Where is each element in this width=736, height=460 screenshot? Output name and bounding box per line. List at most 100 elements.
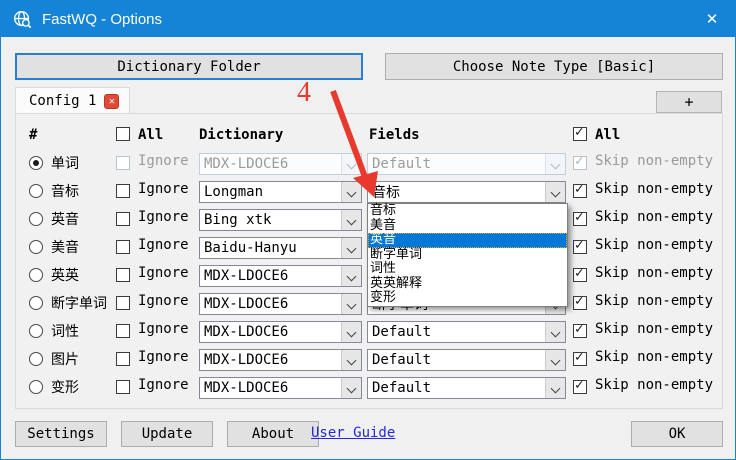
config-row: 词性 Ignore MDX-LDOCE6 Default Skip non-em… bbox=[1, 318, 736, 346]
chevron-down-icon bbox=[545, 378, 565, 398]
dropdown-option[interactable]: 词性 bbox=[368, 262, 567, 277]
ignore-checkbox[interactable] bbox=[116, 296, 130, 310]
window-title: FastWQ - Options bbox=[42, 11, 689, 28]
fields-dropdown-popup: 音标 美音 英音 断字单词 词性 英英解释 变形 bbox=[367, 203, 568, 307]
skip-checkbox[interactable] bbox=[573, 184, 587, 198]
ignore-checkbox[interactable] bbox=[116, 184, 130, 198]
skip-label: Skip non-empty bbox=[595, 265, 713, 281]
skip-label: Skip non-empty bbox=[595, 349, 713, 365]
skip-checkbox[interactable] bbox=[573, 212, 587, 226]
skip-checkbox[interactable] bbox=[573, 380, 587, 394]
window-close-button[interactable]: ✕ bbox=[689, 1, 735, 37]
tab-config-1[interactable]: Config 1 ✕ bbox=[15, 87, 130, 114]
column-header-number: # bbox=[29, 127, 37, 143]
row-label: 断字单词 bbox=[51, 293, 107, 313]
chevron-down-icon bbox=[341, 294, 361, 314]
skip-checkbox bbox=[573, 156, 587, 170]
ignore-checkbox[interactable] bbox=[116, 240, 130, 254]
annotation-step-number: 4 bbox=[297, 77, 311, 109]
dictionary-select[interactable]: Bing xtk bbox=[199, 209, 362, 231]
dropdown-option[interactable]: 美音 bbox=[368, 219, 567, 234]
all-ignore-checkbox[interactable] bbox=[116, 127, 130, 141]
ignore-checkbox[interactable] bbox=[116, 268, 130, 282]
column-header-all-left: All bbox=[138, 127, 163, 143]
chevron-down-icon bbox=[341, 154, 361, 174]
dictionary-select[interactable]: MDX-LDOCE6 bbox=[199, 321, 362, 343]
ignore-label: Ignore bbox=[138, 153, 189, 169]
phonetic-radio[interactable] bbox=[29, 184, 43, 198]
config-row: 变形 Ignore MDX-LDOCE6 Default Skip non-em… bbox=[1, 374, 736, 402]
skip-checkbox[interactable] bbox=[573, 240, 587, 254]
app-globe-search-icon bbox=[12, 9, 33, 30]
dictionary-select[interactable]: MDX-LDOCE6 bbox=[199, 293, 362, 315]
tab-close-icon[interactable]: ✕ bbox=[104, 94, 119, 109]
inflection-radio[interactable] bbox=[29, 380, 43, 394]
chevron-down-icon bbox=[341, 238, 361, 258]
chevron-down-icon bbox=[341, 378, 361, 398]
row-label: 美音 bbox=[51, 237, 79, 257]
skip-label: Skip non-empty bbox=[595, 293, 713, 309]
chevron-down-icon bbox=[545, 182, 565, 202]
skip-checkbox[interactable] bbox=[573, 296, 587, 310]
ignore-label: Ignore bbox=[138, 265, 189, 281]
ignore-label: Ignore bbox=[138, 321, 189, 337]
fields-select[interactable]: Default bbox=[367, 321, 566, 343]
chevron-down-icon bbox=[545, 322, 565, 342]
dropdown-option[interactable]: 变形 bbox=[368, 291, 567, 306]
ok-button[interactable]: OK bbox=[631, 421, 723, 447]
chevron-down-icon bbox=[545, 350, 565, 370]
dropdown-option[interactable]: 英英解释 bbox=[368, 277, 567, 292]
about-button[interactable]: About bbox=[227, 421, 319, 447]
ignore-checkbox[interactable] bbox=[116, 324, 130, 338]
row-label: 英音 bbox=[51, 209, 79, 229]
fields-select[interactable]: Default bbox=[367, 377, 566, 399]
choose-note-type-button[interactable]: Choose Note Type [Basic] bbox=[385, 53, 723, 80]
dropdown-option-selected[interactable]: 英音 bbox=[368, 233, 567, 248]
dictionary-select[interactable]: Longman bbox=[199, 181, 362, 203]
row-label: 图片 bbox=[51, 349, 79, 369]
fields-select[interactable]: Default bbox=[367, 349, 566, 371]
user-guide-link[interactable]: User Guide bbox=[311, 425, 395, 441]
dictionary-select[interactable]: MDX-LDOCE6 bbox=[199, 349, 362, 371]
row-label: 单词 bbox=[51, 153, 79, 173]
ignore-label: Ignore bbox=[138, 237, 189, 253]
settings-button[interactable]: Settings bbox=[15, 421, 107, 447]
row-label: 音标 bbox=[51, 181, 79, 201]
update-button[interactable]: Update bbox=[121, 421, 213, 447]
dictionary-select[interactable]: MDX-LDOCE6 bbox=[199, 377, 362, 399]
en-def-radio[interactable] bbox=[29, 268, 43, 282]
image-radio[interactable] bbox=[29, 352, 43, 366]
dropdown-option[interactable]: 断字单词 bbox=[368, 248, 567, 263]
chevron-down-icon bbox=[341, 182, 361, 202]
skip-checkbox[interactable] bbox=[573, 268, 587, 282]
fields-select-open[interactable]: 音标 bbox=[367, 181, 566, 203]
all-skip-checkbox[interactable] bbox=[573, 127, 587, 141]
chevron-down-icon bbox=[341, 266, 361, 286]
hyphenation-radio[interactable] bbox=[29, 296, 43, 310]
skip-label: Skip non-empty bbox=[595, 237, 713, 253]
dictionary-select[interactable]: Baidu-Hanyu bbox=[199, 237, 362, 259]
uk-sound-radio[interactable] bbox=[29, 212, 43, 226]
dropdown-option[interactable]: 音标 bbox=[368, 204, 567, 219]
chevron-down-icon bbox=[341, 210, 361, 230]
word-radio[interactable] bbox=[29, 156, 43, 170]
ignore-checkbox[interactable] bbox=[116, 212, 130, 226]
skip-label: Skip non-empty bbox=[595, 209, 713, 225]
chevron-down-icon bbox=[341, 350, 361, 370]
row-label: 词性 bbox=[51, 321, 79, 341]
add-config-tab-button[interactable]: + bbox=[656, 91, 722, 113]
skip-checkbox[interactable] bbox=[573, 324, 587, 338]
ignore-checkbox[interactable] bbox=[116, 352, 130, 366]
options-dialog: FastWQ - Options ✕ Dictionary Folder Cho… bbox=[0, 0, 736, 460]
tab-label: Config 1 bbox=[29, 93, 96, 109]
dictionary-folder-button[interactable]: Dictionary Folder bbox=[15, 53, 363, 80]
config-row: 音标 Ignore Longman 音标 Skip non-empty bbox=[1, 178, 736, 206]
dictionary-select[interactable]: MDX-LDOCE6 bbox=[199, 265, 362, 287]
column-header-fields: Fields bbox=[369, 127, 420, 143]
config-row: 图片 Ignore MDX-LDOCE6 Default Skip non-em… bbox=[1, 346, 736, 374]
pos-radio[interactable] bbox=[29, 324, 43, 338]
us-sound-radio[interactable] bbox=[29, 240, 43, 254]
skip-checkbox[interactable] bbox=[573, 352, 587, 366]
row-label: 英英 bbox=[51, 265, 79, 285]
ignore-checkbox[interactable] bbox=[116, 380, 130, 394]
